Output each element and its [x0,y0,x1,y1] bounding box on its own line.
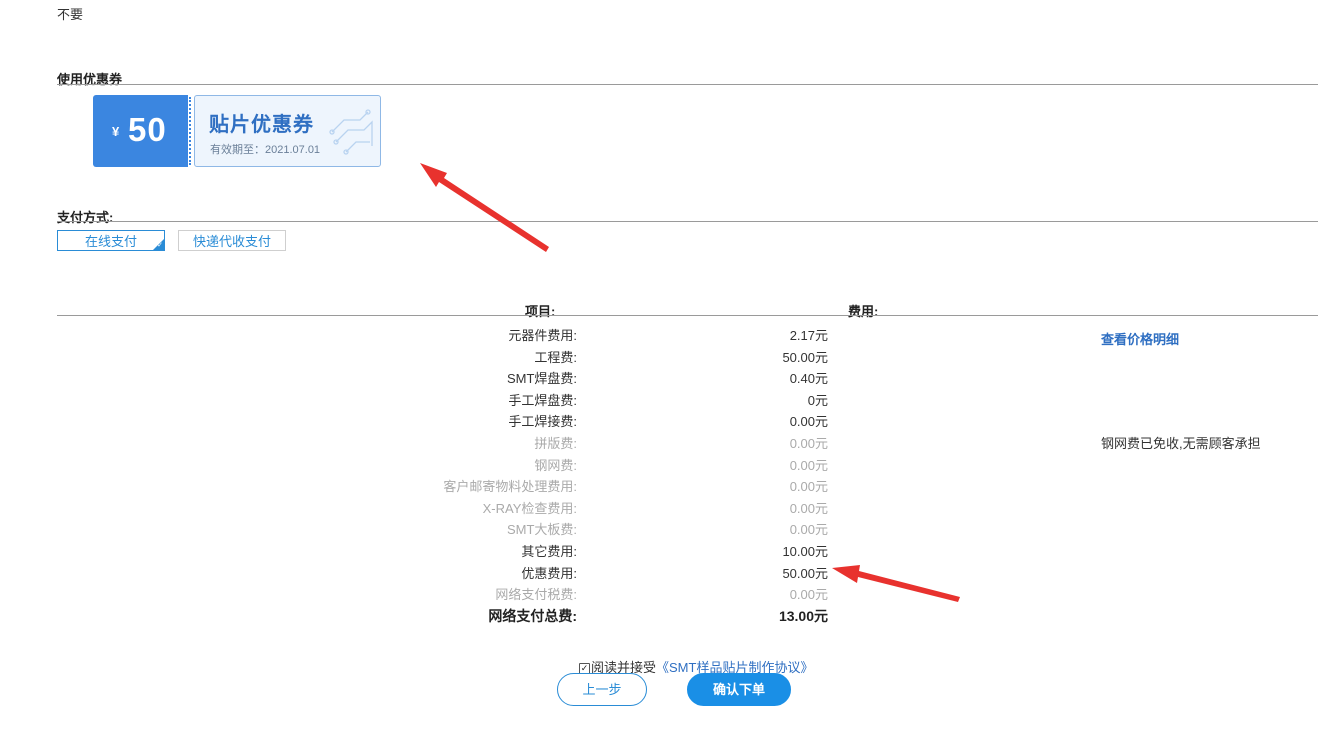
fee-value-engineering: 50.00元 [782,350,828,365]
payment-section-divider [57,221,1318,222]
fee-value-discount: 50.00元 [782,566,828,581]
fee-label-material-handling: 客户邮寄物料处理费用: [443,479,577,494]
coupon-section-divider [57,84,1318,85]
fee-value-other: 10.00元 [782,544,828,559]
fee-label-total: 网络支付总费: [488,608,577,624]
tab-cod-payment-label: 快递代收支付 [192,234,271,249]
payment-section-title: 支付方式: [57,210,114,225]
fee-label-stencil: 钢网费: [534,458,577,473]
fee-value-smt-large-board: 0.00元 [789,522,828,537]
fee-value-smt-pad: 0.40元 [789,371,828,386]
fee-header-item: 项目: [525,304,556,319]
fee-label-components: 元器件费用: [508,328,577,343]
stencil-fee-note: 钢网费已免收,无需顾客承担 [1101,436,1261,451]
confirm-order-button[interactable]: 确认下单 [687,673,791,706]
coupon-amount-panel: ¥ 50 [93,95,188,167]
price-detail-link[interactable]: 查看价格明细 [1101,329,1179,348]
fee-label-other: 其它费用: [521,544,577,559]
fee-label-manual-pad: 手工焊盘费: [508,393,577,408]
fee-label-smt-large-board: SMT大板费: [506,522,577,537]
fee-value-xray: 0.00元 [789,501,828,516]
fee-value-manual-pad: 0元 [807,393,828,408]
fee-value-stencil: 0.00元 [789,458,828,473]
fee-label-xray: X-RAY检查费用: [482,501,577,516]
tab-cod-payment[interactable]: 快递代收支付 [178,230,286,251]
annotation-arrow-icon [832,565,960,602]
coupon-perforation [189,97,191,165]
fee-value-payment-tax: 0.00元 [789,587,828,602]
fee-label-discount: 优惠费用: [521,566,577,581]
fee-value-components: 2.17元 [789,328,828,343]
fee-value-panelization: 0.00元 [789,436,828,451]
annotation-arrow-icon [420,163,549,252]
circuit-decoration-icon [329,109,373,155]
coupon-currency: ¥ [112,124,120,139]
fee-value-total: 13.00元 [778,608,828,624]
coupon-section-title: 使用优惠券 [57,72,123,87]
coupon-amount: 50 [128,111,167,148]
fee-label-payment-tax: 网络支付税费: [495,587,577,602]
fee-label-panelization: 拼版费: [534,436,577,451]
fee-value-material-handling: 0.00元 [789,479,828,494]
fee-value-manual-solder: 0.00元 [789,414,828,429]
tab-online-payment[interactable]: 在线支付 ✓ [57,230,165,251]
previous-step-button[interactable]: 上一步 [557,673,647,706]
fee-label-smt-pad: SMT焊盘费: [506,371,577,386]
fee-header-cost: 费用: [848,304,879,319]
fee-label-engineering: 工程费: [534,350,577,365]
top-option-text[interactable]: 不要 [57,4,83,23]
coupon-info-panel: 贴片优惠券 有效期至：2021.07.01 [194,95,381,167]
check-icon: ✓ [157,242,163,249]
coupon-expiry: 有效期至：2021.07.01 [210,144,321,156]
coupon-name: 贴片优惠券 [209,114,314,136]
fee-header-divider [57,315,1318,316]
coupon-card[interactable]: ¥ 50 贴片优惠券 有效期至：2021.07.01 [93,95,381,168]
tab-online-payment-label: 在线支付 [84,234,137,249]
fee-label-manual-solder: 手工焊接费: [508,414,577,429]
